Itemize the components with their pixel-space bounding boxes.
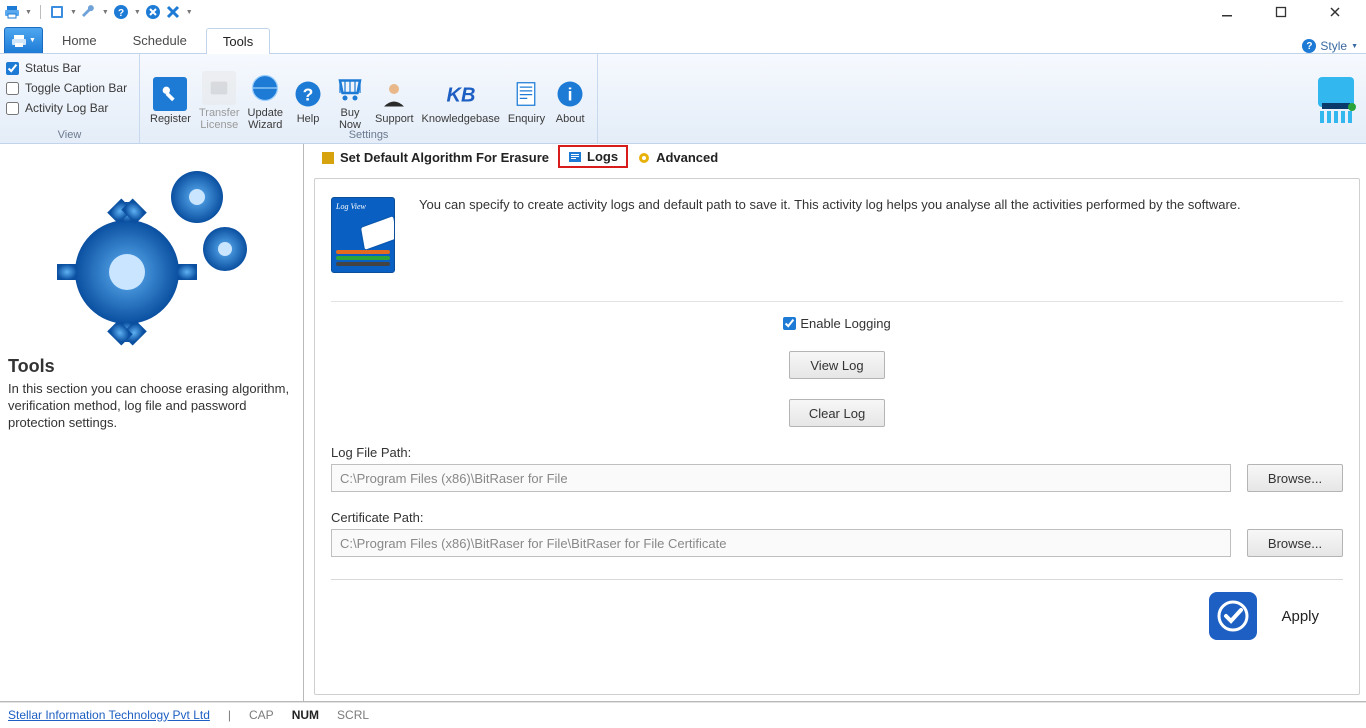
update-wizard-button[interactable]: UpdateWizard xyxy=(244,71,287,131)
chevron-down-icon[interactable]: ▼ xyxy=(70,9,77,16)
vendor-link[interactable]: Stellar Information Technology Pvt Ltd xyxy=(8,708,210,722)
status-bar-toggle[interactable]: Status Bar xyxy=(6,58,133,78)
enable-logging-toggle[interactable]: Enable Logging xyxy=(783,316,890,331)
chevron-down-icon[interactable]: ▼ xyxy=(1351,43,1358,50)
chevron-down-icon[interactable]: ▼ xyxy=(186,9,193,16)
apply-row: Apply xyxy=(331,592,1343,640)
shield-icon xyxy=(321,151,335,165)
style-menu[interactable]: Style xyxy=(1320,39,1347,53)
quick-access-toolbar: ▼ ▼ ▼ ? ▼ ▼ xyxy=(0,0,1366,24)
product-logo xyxy=(1306,54,1366,143)
status-bar: Stellar Information Technology Pvt Ltd |… xyxy=(0,702,1366,726)
chevron-down-icon[interactable]: ▼ xyxy=(134,9,141,16)
book-icon[interactable] xyxy=(49,4,65,20)
group-caption: View xyxy=(0,129,139,141)
log-file-path-input[interactable] xyxy=(331,464,1231,492)
subtab-advanced[interactable]: Advanced xyxy=(628,147,727,168)
help-icon[interactable]: ? xyxy=(113,4,129,20)
help-icon[interactable]: ? xyxy=(1302,39,1316,53)
main-panel: Set Default Algorithm For Erasure Logs A… xyxy=(304,144,1366,702)
window-maximize-button[interactable] xyxy=(1266,2,1296,22)
certificate-path-input[interactable] xyxy=(331,529,1231,557)
globe-icon xyxy=(248,71,282,105)
apply-button[interactable]: Apply xyxy=(1281,608,1319,625)
window-close-button[interactable] xyxy=(1320,2,1350,22)
printer-icon[interactable] xyxy=(4,4,20,20)
log-file-browse-button[interactable]: Browse... xyxy=(1247,464,1343,492)
num-indicator: NUM xyxy=(292,708,319,722)
activity-log-toggle[interactable]: Activity Log Bar xyxy=(6,98,133,118)
svg-text:i: i xyxy=(568,84,573,104)
scrl-indicator: SCRL xyxy=(337,708,369,722)
x-icon[interactable] xyxy=(165,4,181,20)
kb-icon: KB xyxy=(444,77,478,111)
enquiry-button[interactable]: Enquiry xyxy=(504,77,549,125)
info-icon: i xyxy=(553,77,587,111)
ribbon: Status Bar Toggle Caption Bar Activity L… xyxy=(0,54,1366,144)
transfer-license-button: TransferLicense xyxy=(195,71,244,131)
checkmark-icon xyxy=(1209,592,1257,640)
file-menu-button[interactable]: ▼ xyxy=(4,27,43,53)
close-round-icon[interactable] xyxy=(145,4,161,20)
buy-now-button[interactable]: BuyNow xyxy=(329,71,371,131)
tab-tools[interactable]: Tools xyxy=(206,28,270,54)
person-icon xyxy=(377,77,411,111)
tab-home[interactable]: Home xyxy=(45,27,114,53)
svg-text:KB: KB xyxy=(446,84,475,106)
cart-icon xyxy=(333,71,367,105)
help-icon: ? xyxy=(291,77,325,111)
tab-schedule[interactable]: Schedule xyxy=(116,27,204,53)
subtabs: Set Default Algorithm For Erasure Logs A… xyxy=(304,144,1366,168)
svg-text:?: ? xyxy=(303,84,314,104)
chevron-down-icon[interactable]: ▼ xyxy=(25,9,32,16)
subtab-logs[interactable]: Logs xyxy=(558,145,628,168)
log-file-path-label: Log File Path: xyxy=(331,445,1343,460)
certificate-path-label: Certificate Path: xyxy=(331,510,1343,525)
document-icon xyxy=(509,77,543,111)
side-description: In this section you can choose erasing a… xyxy=(8,381,295,432)
clear-log-button[interactable]: Clear Log xyxy=(789,399,885,427)
chevron-down-icon[interactable]: ▼ xyxy=(102,9,109,16)
certificate-browse-button[interactable]: Browse... xyxy=(1247,529,1343,557)
ribbon-tab-row: ▼ Home Schedule Tools ? Style ▼ xyxy=(0,24,1366,54)
register-button[interactable]: Register xyxy=(146,77,195,125)
cap-indicator: CAP xyxy=(249,708,274,722)
ribbon-group-view: Status Bar Toggle Caption Bar Activity L… xyxy=(0,54,140,143)
chevron-down-icon: ▼ xyxy=(29,37,36,44)
knowledgebase-button[interactable]: KB Knowledgebase xyxy=(418,77,504,125)
gear-icon xyxy=(637,151,651,165)
workspace: Tools In this section you can choose era… xyxy=(0,144,1366,702)
group-caption: Settings xyxy=(140,129,597,141)
ribbon-group-settings: Register TransferLicense UpdateWizard ? … xyxy=(140,54,598,143)
gears-illustration xyxy=(8,148,295,356)
key-icon xyxy=(153,77,187,111)
printer-icon xyxy=(11,33,27,49)
subtab-algorithm[interactable]: Set Default Algorithm For Erasure xyxy=(312,147,558,168)
wrench-icon[interactable] xyxy=(81,4,97,20)
side-panel: Tools In this section you can choose era… xyxy=(0,144,304,702)
view-log-button[interactable]: View Log xyxy=(789,351,885,379)
svg-text:?: ? xyxy=(118,8,124,19)
log-icon xyxy=(568,150,582,164)
support-button[interactable]: Support xyxy=(371,77,418,125)
log-view-thumbnail: Log View xyxy=(331,197,395,273)
toggle-caption-toggle[interactable]: Toggle Caption Bar xyxy=(6,78,133,98)
side-title: Tools xyxy=(8,356,295,377)
about-button[interactable]: i About xyxy=(549,77,591,125)
logs-intro-text: You can specify to create activity logs … xyxy=(419,197,1241,212)
window-minimize-button[interactable] xyxy=(1212,2,1242,22)
help-button[interactable]: ? Help xyxy=(287,77,329,125)
license-icon xyxy=(202,71,236,105)
logs-pane: Log View You can specify to create activ… xyxy=(314,178,1360,695)
